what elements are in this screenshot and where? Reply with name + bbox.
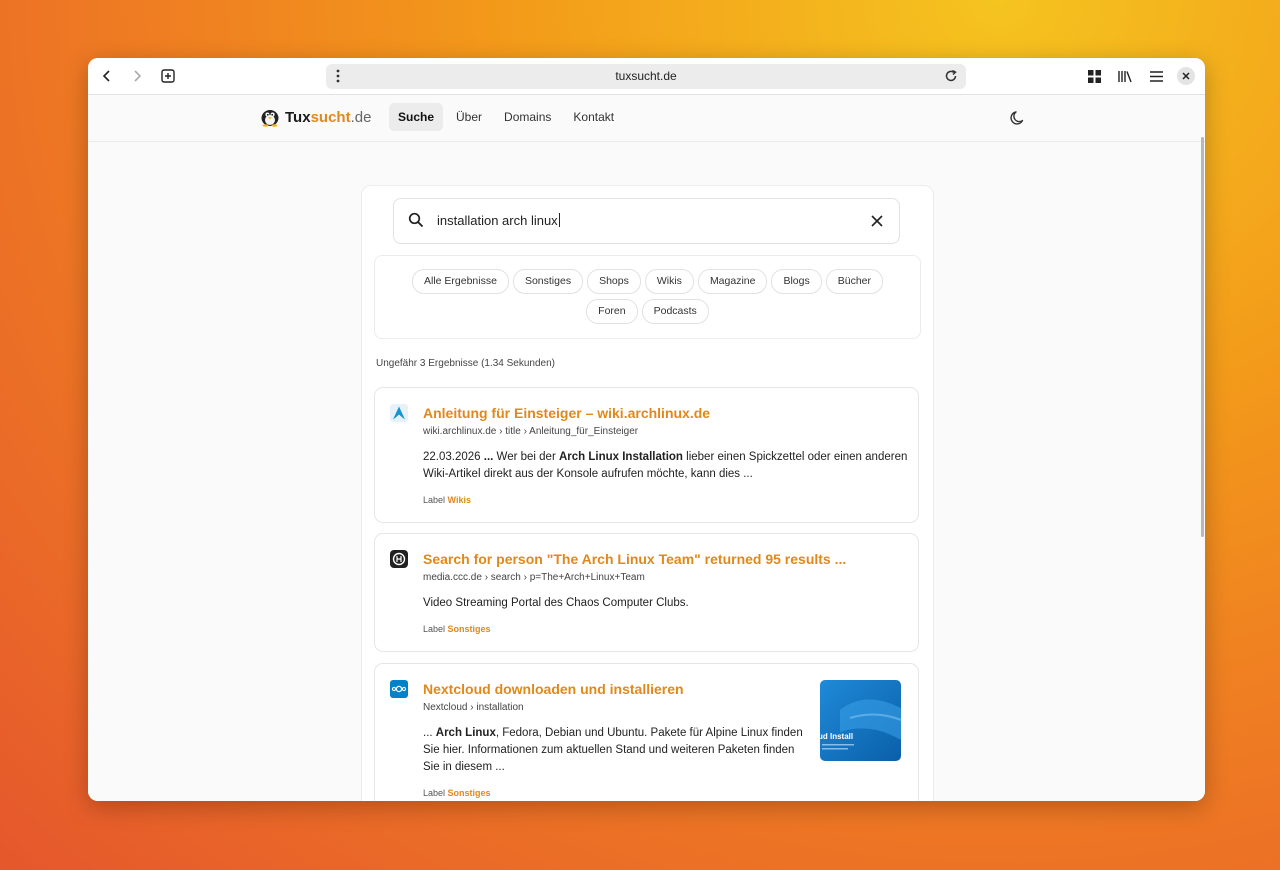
nav-kontakt[interactable]: Kontakt [564, 103, 623, 131]
back-icon [102, 70, 110, 82]
result-thumbnail[interactable]: ud Install [820, 680, 901, 761]
result-card: Search for person "The Arch Linux Team" … [374, 533, 919, 652]
snippet-highlight: Arch Linux [435, 727, 496, 739]
filter-alle-ergebnisse[interactable]: Alle Ergebnisse [411, 269, 509, 294]
result-snippet: 22.03.2026 ... Wer bei der Arch Linux In… [423, 449, 908, 483]
result-count: Ungefähr 3 Ergebnisse (1.34 Sekunden) [376, 358, 556, 369]
result-url: wiki.archlinux.de › title › Anleitung_fü… [423, 426, 639, 437]
search-icon [408, 212, 424, 228]
filter-buecher[interactable]: Bücher [825, 269, 884, 294]
library-button[interactable] [1114, 65, 1136, 87]
new-tab-button[interactable] [157, 65, 179, 87]
thumbnail-caption: ud Install [820, 732, 853, 741]
back-button[interactable] [96, 65, 118, 87]
site-logo[interactable]: Tux sucht .de [260, 107, 371, 127]
label-prefix: Label [423, 495, 446, 505]
result-title[interactable]: Nextcloud downloaden und installieren [423, 681, 684, 697]
search-query[interactable]: installation arch linux [437, 213, 560, 228]
library-icon [1117, 70, 1132, 82]
clear-search-icon[interactable] [869, 213, 885, 229]
page-scrollbar[interactable] [1201, 137, 1204, 537]
snippet-text: ... [423, 727, 436, 739]
filter-podcasts[interactable]: Podcasts [641, 299, 709, 324]
nav-ueber[interactable]: Über [447, 103, 491, 131]
browser-toolbar: tuxsucht.de [88, 58, 1205, 95]
menu-button[interactable] [1145, 65, 1167, 87]
browser-window: tuxsucht.de Tux sucht .de Suche Über Dom… [88, 58, 1205, 801]
logo-text-tux: Tux [285, 108, 311, 126]
tux-icon [261, 110, 279, 127]
ccc-media-favicon [390, 550, 408, 568]
filter-shops[interactable]: Shops [587, 269, 641, 294]
label-value[interactable]: Sonstiges [448, 624, 491, 634]
grid-icon [1087, 69, 1101, 83]
extensions-button[interactable] [1083, 65, 1105, 87]
snippet-text: 22.03.2026 [423, 451, 484, 463]
result-card: Nextcloud downloaden und installieren Ne… [374, 663, 919, 801]
close-window-button[interactable] [1177, 67, 1195, 85]
result-snippet: Video Streaming Portal des Chaos Compute… [423, 595, 908, 612]
snippet-text: Wer bei der [493, 451, 559, 463]
label-value[interactable]: Sonstiges [448, 788, 491, 798]
filter-row: Foren Podcasts [375, 299, 920, 324]
filter-blogs[interactable]: Blogs [771, 269, 822, 294]
new-tab-icon [161, 69, 175, 83]
filter-box: Alle Ergebnisse Sonstiges Shops Wikis Ma… [374, 255, 921, 339]
close-icon [1182, 72, 1190, 80]
result-card: Anleitung für Einsteiger – wiki.archlinu… [374, 387, 919, 523]
snippet-highlight: ... [483, 451, 494, 463]
result-url: Nextcloud › installation [423, 702, 524, 713]
result-url: media.ccc.de › search › p=The+Arch+Linux… [423, 572, 645, 583]
result-snippet: ... Arch Linux, Fedora, Debian und Ubunt… [423, 725, 813, 776]
logo-text-de: .de [350, 108, 372, 126]
label-prefix: Label [423, 624, 446, 634]
result-title[interactable]: Search for person "The Arch Linux Team" … [423, 551, 846, 567]
archlinux-favicon [390, 404, 408, 422]
search-input[interactable]: installation arch linux [393, 198, 900, 244]
site-header: Tux sucht .de Suche Über Domains Kontakt [88, 95, 1205, 142]
filter-row: Alle Ergebnisse Sonstiges Shops Wikis Ma… [375, 269, 920, 294]
page-content: Tux sucht .de Suche Über Domains Kontakt i… [88, 95, 1205, 801]
search-panel: installation arch linux Alle Ergebnisse … [361, 185, 934, 801]
dark-mode-icon[interactable] [1009, 109, 1027, 127]
label-value[interactable]: Wikis [448, 495, 471, 505]
forward-button[interactable] [126, 65, 148, 87]
result-label: Label Sonstiges [423, 624, 491, 634]
url-text[interactable]: tuxsucht.de [326, 69, 966, 83]
snippet-text: Video Streaming Portal des Chaos Compute… [423, 597, 689, 609]
nav-domains[interactable]: Domains [495, 103, 560, 131]
address-bar[interactable]: tuxsucht.de [326, 64, 966, 89]
filter-foren[interactable]: Foren [586, 299, 638, 324]
thumbnail-image: ud Install [820, 680, 901, 761]
nav-suche[interactable]: Suche [389, 103, 444, 131]
result-label: Label Sonstiges [423, 788, 491, 798]
main-nav: Suche Über Domains Kontakt [389, 103, 623, 131]
hamburger-icon [1149, 70, 1163, 82]
logo-text-sucht: sucht [310, 108, 351, 126]
filter-magazine[interactable]: Magazine [697, 269, 768, 294]
reload-icon[interactable] [942, 67, 960, 85]
nextcloud-favicon [390, 680, 408, 698]
forward-icon [134, 70, 142, 82]
filter-wikis[interactable]: Wikis [644, 269, 694, 294]
label-prefix: Label [423, 788, 446, 798]
snippet-highlight: Arch Linux Installation [558, 451, 683, 463]
result-label: Label Wikis [423, 495, 471, 505]
result-title[interactable]: Anleitung für Einsteiger – wiki.archlinu… [423, 405, 710, 421]
filter-sonstiges[interactable]: Sonstiges [512, 269, 584, 294]
